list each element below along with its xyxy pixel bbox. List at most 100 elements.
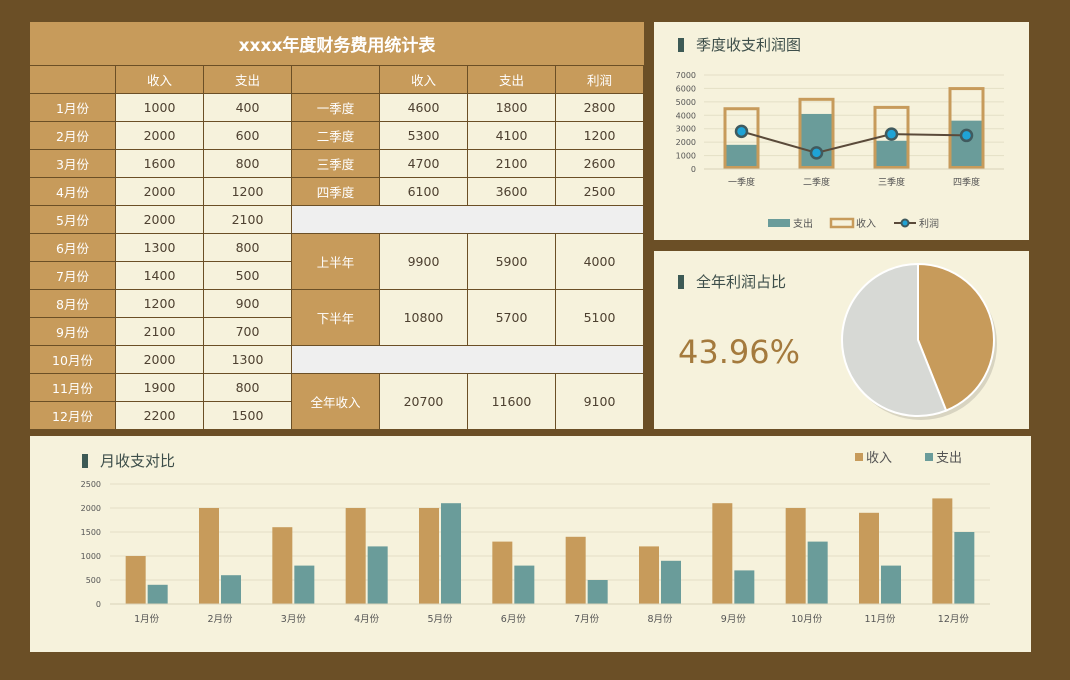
x-tick-label: 一季度 — [728, 176, 755, 188]
half-income-cell: 9900 — [380, 234, 468, 290]
month-income-cell: 2000 — [116, 206, 204, 234]
month-label-cell: 12月份 — [30, 402, 116, 430]
quarter-chart: 0 1000 2000 3000 4000 5000 6000 7000 一季度 二季度 三季度 四季… — [676, 71, 1004, 230]
half-profit-cell: 5100 — [556, 290, 644, 346]
legend-expense-label: 支出 — [936, 451, 962, 466]
quarter-profit-cell: 1200 — [556, 122, 644, 150]
month-label-cell: 11月份 — [30, 374, 116, 402]
y-tick-label: 6000 — [676, 84, 696, 93]
quarter-profit-cell: 2500 — [556, 178, 644, 206]
month-label-cell: 4月份 — [30, 178, 116, 206]
half-label-cell: 上半年 — [292, 234, 380, 290]
x-tick-label: 3月份 — [281, 613, 307, 625]
x-tick-label: 4月份 — [354, 613, 380, 625]
x-tick-label: 5月份 — [427, 613, 453, 625]
x-tick-label: 11月份 — [864, 613, 896, 625]
legend-income-swatch — [855, 453, 863, 461]
month-label-cell: 9月份 — [30, 318, 116, 346]
expense-bar — [147, 584, 168, 604]
expense-bar — [954, 532, 975, 604]
legend-income-label: 收入 — [866, 451, 892, 466]
quarter-chart-panel: 季度收支利润图 0 1000 2000 3000 4000 5000 6000 7000 一季度… — [654, 22, 1029, 240]
month-income-cell: 2100 — [116, 318, 204, 346]
annual-expense-cell: 11600 — [468, 374, 556, 430]
summary-header-cell: 利润 — [556, 66, 644, 94]
month-expense-cell: 800 — [204, 374, 292, 402]
y-tick-label: 2000 — [676, 138, 696, 147]
income-bar — [712, 503, 733, 604]
y-tick-label: 3000 — [676, 125, 696, 134]
month-income-cell: 2000 — [116, 178, 204, 206]
quarter-income-cell: 6100 — [380, 178, 468, 206]
legend-expense-swatch — [925, 453, 933, 461]
month-label-cell: 8月份 — [30, 290, 116, 318]
y-tick-label: 4000 — [676, 111, 696, 120]
table-spacer — [292, 206, 644, 234]
y-tick-label: 7000 — [676, 71, 696, 80]
table-spacer — [292, 346, 644, 374]
annual-income-cell: 20700 — [380, 374, 468, 430]
monthly-header-cell: 支出 — [204, 66, 292, 94]
month-label-cell: 6月份 — [30, 234, 116, 262]
month-expense-cell: 1500 — [204, 402, 292, 430]
income-bar — [565, 536, 586, 604]
y-tick-label: 5000 — [676, 98, 696, 107]
income-bar — [492, 541, 513, 604]
expense-bar — [367, 546, 388, 604]
finance-table: xxxx年度财务费用统计表 收入 支出 收入 支出 利润 1月份 1000 400 2月份 200… — [30, 22, 644, 430]
expense-bar — [661, 560, 681, 604]
summary-header-cell: 收入 — [380, 66, 468, 94]
legend-profit-label: 利润 — [919, 217, 939, 230]
month-expense-cell: 800 — [204, 150, 292, 178]
expense-bar — [734, 570, 755, 604]
month-income-cell: 1400 — [116, 262, 204, 290]
income-bar — [199, 508, 219, 604]
expense-bar — [948, 120, 985, 169]
quarter-expense-cell: 1800 — [468, 94, 556, 122]
y-tick-label: 2000 — [81, 504, 101, 513]
pie-chart — [841, 262, 997, 420]
quarter-expense-cell: 4100 — [468, 122, 556, 150]
legend-income-label: 收入 — [856, 217, 876, 230]
month-expense-cell: 1200 — [204, 178, 292, 206]
half-expense-cell: 5700 — [468, 290, 556, 346]
table-title: xxxx年度财务费用统计表 — [30, 22, 644, 66]
month-income-cell: 1300 — [116, 234, 204, 262]
pie-chart-panel: 全年利润占比 43.96% — [654, 251, 1029, 429]
month-expense-cell: 1300 — [204, 346, 292, 374]
y-tick-label: 1000 — [676, 152, 696, 161]
half-expense-cell: 5900 — [468, 234, 556, 290]
income-bar — [272, 527, 293, 604]
month-label-cell: 5月份 — [30, 206, 116, 234]
month-expense-cell: 700 — [204, 318, 292, 346]
x-tick-label: 12月份 — [938, 613, 970, 625]
x-tick-label: 2月份 — [207, 613, 233, 625]
x-tick-label: 7月份 — [574, 613, 600, 625]
income-bar — [639, 546, 659, 604]
month-expense-cell: 800 — [204, 234, 292, 262]
expense-bar — [881, 565, 901, 604]
month-income-cell: 2000 — [116, 122, 204, 150]
month-income-cell: 1900 — [116, 374, 204, 402]
quarter-profit-cell: 2800 — [556, 94, 644, 122]
x-tick-label: 6月份 — [501, 613, 527, 625]
month-label-cell: 2月份 — [30, 122, 116, 150]
expense-bar — [221, 575, 241, 604]
month-chart: 0 500 1000 1500 2000 2500 1月份 2月份 3月份 4月份 5月份 6月份 7月… — [81, 451, 990, 625]
summary-header-cell — [292, 66, 380, 94]
quarter-income-cell: 4700 — [380, 150, 468, 178]
month-label-cell: 3月份 — [30, 150, 116, 178]
x-tick-label: 10月份 — [791, 613, 823, 625]
legend-expense-label: 支出 — [793, 217, 813, 230]
half-label-cell: 下半年 — [292, 290, 380, 346]
quarter-label-cell: 二季度 — [292, 122, 380, 150]
x-tick-label: 二季度 — [803, 176, 830, 188]
expense-bar — [441, 503, 461, 604]
profit-point — [734, 124, 749, 139]
month-income-cell: 1600 — [116, 150, 204, 178]
legend-expense-swatch — [768, 219, 790, 227]
month-expense-cell: 500 — [204, 262, 292, 290]
y-tick-label: 1500 — [81, 528, 101, 537]
income-bar — [932, 498, 953, 604]
month-label-cell: 10月份 — [30, 346, 116, 374]
